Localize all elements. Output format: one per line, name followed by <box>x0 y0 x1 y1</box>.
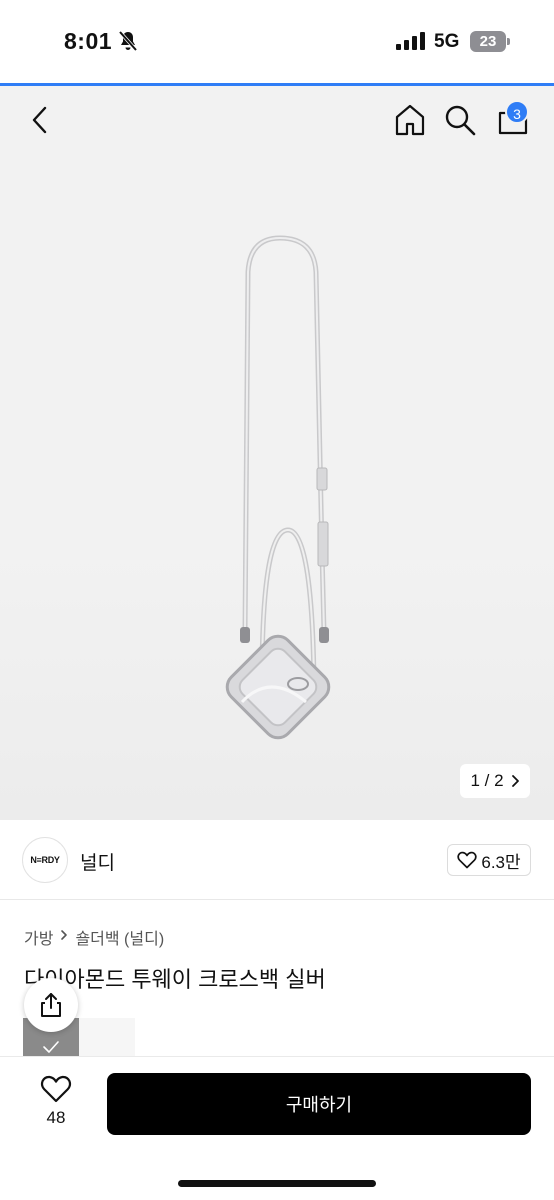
home-indicator[interactable] <box>178 1180 376 1187</box>
heart-icon <box>457 851 478 869</box>
battery-level: 23 <box>470 31 506 52</box>
home-icon[interactable] <box>394 103 426 137</box>
shop-row: N≡RDY 널디 6.3만 <box>0 820 554 900</box>
buy-button[interactable]: 구매하기 <box>107 1073 531 1135</box>
battery-indicator: 23 <box>470 31 510 52</box>
status-bar: 8:01 5G 23 <box>0 0 554 84</box>
breadcrumb: 가방 숄더백 (널디) <box>24 925 164 949</box>
image-pager[interactable]: 1 / 2 <box>460 764 530 798</box>
shop-logo[interactable]: N≡RDY <box>22 837 68 883</box>
cart-count-badge: 3 <box>505 100 529 124</box>
wish-count: 48 <box>46 1108 66 1127</box>
status-time: 8:01 <box>64 28 113 54</box>
bell-slash-icon <box>118 30 138 52</box>
color-option[interactable] <box>79 1018 135 1058</box>
battery-cap <box>507 38 510 45</box>
breadcrumb-subcategory[interactable]: 숄더백 (널디) <box>75 925 164 949</box>
product-photo-crossbag <box>225 235 331 740</box>
share-button[interactable] <box>24 978 78 1032</box>
breadcrumb-category[interactable]: 가방 <box>24 925 53 949</box>
check-icon <box>43 1041 59 1053</box>
signal-icon <box>396 32 425 50</box>
chevron-left-icon[interactable] <box>26 104 54 136</box>
shop-name[interactable]: 널디 <box>80 848 115 875</box>
chevron-right-icon <box>61 930 68 940</box>
heart-icon[interactable] <box>40 1074 72 1104</box>
shop-like-count: 6.3만 <box>481 852 521 872</box>
image-pager-text: 1 / 2 <box>470 771 504 790</box>
search-icon[interactable] <box>444 104 476 136</box>
chevron-right-icon <box>511 775 519 787</box>
share-icon <box>41 993 61 1017</box>
shop-like-button[interactable]: 6.3만 <box>447 844 531 876</box>
network-label: 5G <box>434 31 460 52</box>
